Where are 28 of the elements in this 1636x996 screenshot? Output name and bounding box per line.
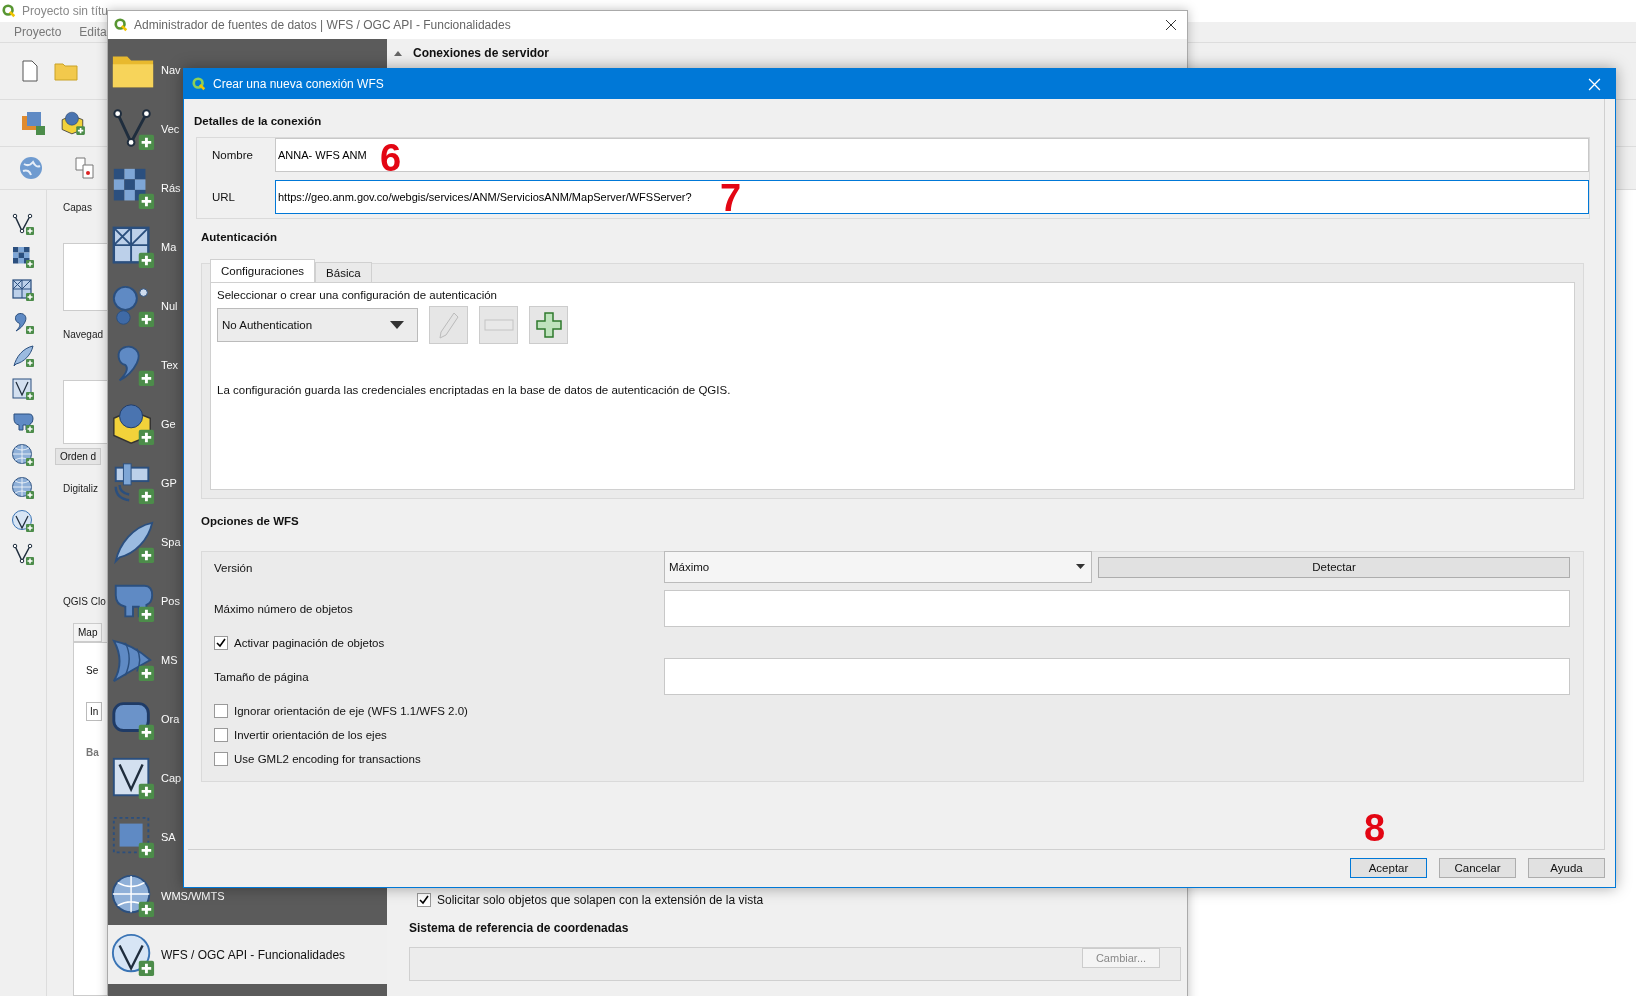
section-title: Sistema de referencia de coordenadas [409,921,630,935]
field-label: Se [86,665,99,676]
panel-title: Capas [63,202,93,213]
checkbox-label: Solicitar solo objetos que solapen con la extensión de la vista [437,893,764,907]
section-title: Detalles de la conexión [194,115,323,127]
section-label: Ba [86,747,99,758]
dialog-title: Crear una nueva conexión WFS [213,77,384,91]
checkbox-label: Ignorar orientación de eje (WFS 1.1/WFS 2.0) [234,704,468,717]
panel-title: QGIS Clo [63,596,107,607]
window-title: Administrador de fuentes de datos | WFS / OGC API - Funcionalidades [134,18,511,32]
field-label: URL [211,191,236,203]
checkbox-label: Use GML2 encoding for transactions [234,752,421,765]
checkbox-label: Activar paginación de objetos [234,636,385,649]
annotation-number: 7 [720,179,742,217]
section-title: Autenticación [201,231,279,243]
section-title: Opciones de WFS [201,515,300,527]
panel-title: Digitaliz [63,483,99,494]
field-label: Máximo número de objetos [213,602,354,615]
window-title: Proyecto sin títu [22,4,109,18]
prompt-text: Seleccionar o crear una configuración de autenticación [217,289,498,301]
section-title: Conexiones de servidor [413,46,550,60]
field-label: Tamaño de página [213,670,310,683]
info-text: La configuración guarda las credenciales encriptadas en la base de datos de autenticación de QGIS. [217,384,732,396]
field-label: Versión [213,561,254,574]
checkbox-label: Invertir orientación de los ejes [234,728,387,741]
panel-title: Navegad [63,329,105,340]
annotation-number: 8 [1364,809,1386,847]
field-label: Nombre [211,149,254,161]
